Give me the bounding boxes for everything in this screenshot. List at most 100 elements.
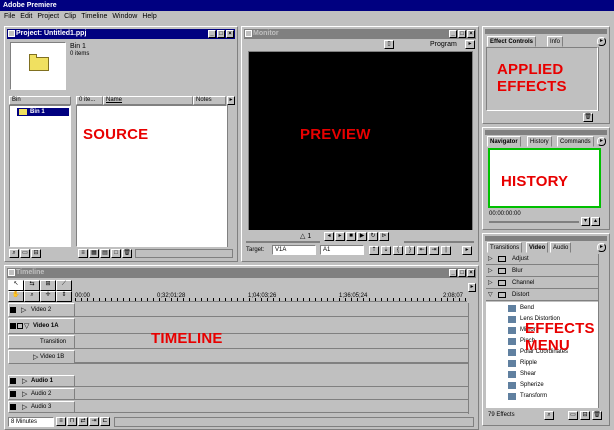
close-button[interactable]: × <box>467 30 475 38</box>
zoom-in-button[interactable]: ▴ <box>591 217 600 226</box>
zoom-select[interactable]: 8 Minutes <box>8 417 54 427</box>
toggle-edge-button[interactable]: ⊏ <box>100 417 110 426</box>
maximize-button[interactable]: □ <box>217 30 225 38</box>
edit-out-button[interactable]: } <box>405 246 415 255</box>
tab-transitions[interactable]: Transitions <box>487 242 523 253</box>
tab-history[interactable]: History <box>527 136 552 147</box>
trash-button[interactable]: 🗑 <box>592 411 602 420</box>
play-in-out-button[interactable]: ⊳ <box>379 232 389 241</box>
menu-edit[interactable]: Edit <box>18 11 34 23</box>
track-lane[interactable] <box>75 375 468 387</box>
speaker-icon[interactable] <box>10 391 16 397</box>
expand-track-icon[interactable]: ▷ <box>22 377 27 385</box>
toggle-shift-button[interactable]: ⇥ <box>89 417 99 426</box>
time-ruler[interactable]: 00:00 0;32;01;28 1;04;03;26 1;36;05;24 2… <box>75 280 467 302</box>
edit-line-button[interactable]: | <box>441 246 451 255</box>
trash-button[interactable]: 🗑 <box>122 249 132 258</box>
list-item[interactable]: Spherize <box>508 380 598 391</box>
in-out-tool-icon[interactable]: ⇕ <box>56 291 72 302</box>
effects-folder[interactable]: ▷ Channel <box>486 278 598 289</box>
panel-menu-button[interactable]: ▸ <box>597 137 606 146</box>
zoom-tool-icon[interactable]: ⌕ <box>24 291 40 302</box>
eye-icon[interactable] <box>10 307 16 313</box>
track-lane[interactable] <box>75 350 468 364</box>
new-folder-button[interactable]: ▭ <box>568 411 578 420</box>
maximize-button[interactable]: □ <box>458 30 466 38</box>
extract-button[interactable]: ⇣ <box>381 246 391 255</box>
monitor-menu-button[interactable]: ▸ <box>465 40 475 49</box>
tab-video[interactable]: Video <box>526 242 549 253</box>
monitor-options-button[interactable]: ▸ <box>462 246 472 255</box>
expand-track-icon[interactable]: ▷ <box>22 390 27 398</box>
target-audio-select[interactable]: A1 <box>320 245 364 255</box>
tab-navigator[interactable]: Navigator <box>487 136 521 147</box>
minimize-button[interactable]: _ <box>208 30 216 38</box>
list-item[interactable]: Bend <box>508 303 598 314</box>
selection-tool-icon[interactable]: ↖ <box>8 280 24 291</box>
effect-controls-scrollbar[interactable] <box>598 47 607 111</box>
tab-audio[interactable]: Audio <box>550 242 572 253</box>
effects-folder[interactable]: ▷ Adjust <box>486 254 598 265</box>
track-lane[interactable] <box>75 318 468 334</box>
panel-grip[interactable] <box>485 29 607 34</box>
stop-button[interactable]: ■ <box>346 232 356 241</box>
expand-track-icon[interactable]: ▷ <box>33 353 38 361</box>
new-item-button[interactable]: □ <box>111 249 121 258</box>
panel-menu-button[interactable]: ▸ <box>597 37 606 46</box>
speaker-icon[interactable] <box>10 378 16 384</box>
expand-folder-icon[interactable]: ▷ <box>488 267 493 274</box>
expand-track-icon[interactable]: ▷ <box>21 306 26 314</box>
timeline-title-bar[interactable]: Timeline _ □ × <box>7 268 476 278</box>
effects-folder[interactable]: ▽ Distort <box>486 290 598 301</box>
delete-effect-button[interactable]: 🗑 <box>583 113 593 122</box>
timeline-vertical-scrollbar[interactable] <box>468 303 476 414</box>
go-to-out-button[interactable]: ⇥ <box>429 246 439 255</box>
minimize-button[interactable]: _ <box>449 30 457 38</box>
menu-file[interactable]: File <box>2 11 17 23</box>
menu-timeline[interactable]: Timeline <box>79 11 109 23</box>
horizontal-scrollbar[interactable] <box>135 249 233 258</box>
speaker-icon[interactable] <box>10 404 16 410</box>
track-lane[interactable] <box>75 388 468 400</box>
menu-help[interactable]: Help <box>140 11 158 23</box>
menu-clip[interactable]: Clip <box>62 11 78 23</box>
delete-effect-folder-button[interactable]: ⊟ <box>580 411 590 420</box>
panel-grip[interactable] <box>485 236 607 241</box>
zoom-out-button[interactable]: ▾ <box>581 217 590 226</box>
cross-fade-tool-icon[interactable]: ✛ <box>40 291 56 302</box>
track-options-button[interactable]: ≡ <box>56 417 66 426</box>
find-button[interactable]: ⌕ <box>9 249 19 258</box>
step-back-button[interactable]: ◂ <box>324 232 334 241</box>
track-lane[interactable] <box>75 303 468 317</box>
tab-info[interactable]: Info <box>547 36 564 47</box>
bin-column-header[interactable]: Bin <box>9 96 71 105</box>
find-effect-button[interactable]: ⌕ <box>544 411 554 420</box>
expand-folder-icon[interactable]: ▷ <box>488 255 493 262</box>
notes-column-header[interactable]: Notes <box>193 96 226 105</box>
maximize-button[interactable]: □ <box>458 269 466 277</box>
minimize-button[interactable]: _ <box>449 269 457 277</box>
target-video-select[interactable]: V1A <box>272 245 316 255</box>
list-item[interactable]: Ripple <box>508 358 598 369</box>
effects-scrollbar[interactable] <box>598 254 607 408</box>
expand-track-icon[interactable]: ▷ <box>22 403 27 411</box>
timeline-menu-button[interactable]: ▸ <box>468 283 476 292</box>
single-view-button[interactable]: ▯ <box>384 40 394 49</box>
vertical-scrollbar[interactable] <box>227 105 235 247</box>
list-view-button[interactable]: ≡ <box>78 249 88 258</box>
monitor-title-bar[interactable]: Monitor _ □ × <box>244 29 476 39</box>
track-select-tool-icon[interactable]: ⊞ <box>40 280 56 291</box>
collapse-folder-icon[interactable]: ▽ <box>488 291 493 298</box>
tab-commands[interactable]: Commands <box>557 136 594 147</box>
track-lane[interactable] <box>75 401 468 413</box>
toggle-snap-button[interactable]: ⊓ <box>67 417 77 426</box>
play-button[interactable]: ▶ <box>357 232 367 241</box>
list-item[interactable]: Transform <box>508 391 598 402</box>
loop-button[interactable]: ↻ <box>368 232 378 241</box>
expand-folder-icon[interactable]: ▷ <box>488 279 493 286</box>
razor-tool-icon[interactable]: ⟋ <box>56 280 72 291</box>
timeline-horizontal-scrollbar[interactable] <box>114 417 474 427</box>
tab-effect-controls[interactable]: Effect Controls <box>487 36 537 47</box>
eye-icon[interactable] <box>10 323 16 329</box>
track-lane[interactable] <box>75 335 468 349</box>
